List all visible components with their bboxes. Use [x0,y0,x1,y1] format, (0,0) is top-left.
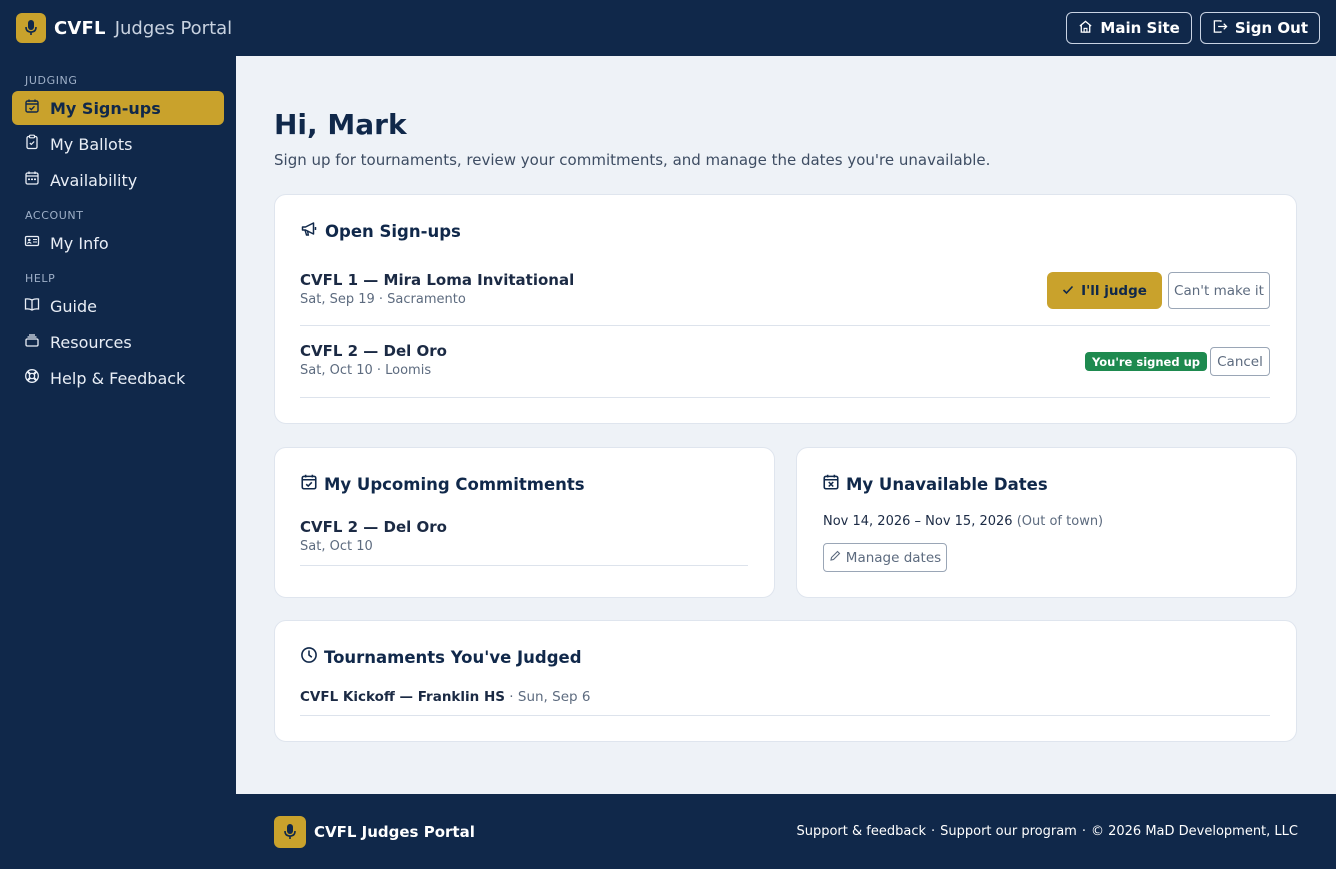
row-divider [300,397,1270,398]
sidebar-item-resources[interactable]: Resources [12,325,224,359]
copyright: © 2026 MaD Development, LLC [1090,824,1298,839]
manage-dates-button[interactable]: Manage dates [823,543,947,572]
microphone-logo-icon[interactable] [16,13,46,43]
main-site-label: Main Site [1100,19,1180,37]
ill-judge-label: I'll judge [1081,282,1147,299]
commitments-heading: My Upcoming Commitments [324,474,585,494]
clipboard-icon [24,134,40,154]
cant-make-it-button[interactable]: Can't make it [1168,272,1270,309]
judged-date: · Sun, Sep 6 [509,689,591,705]
brand-name: CVFL [54,17,106,39]
judged-item: CVFL Kickoff — Franklin HS · Sun, Sep 6 [300,689,590,705]
support-feedback-link[interactable]: Support & feedback [796,824,926,839]
signed-up-badge: You're signed up [1085,352,1208,371]
brand[interactable]: CVFL Judges Portal [54,18,232,39]
sidebar-item-help-feedback[interactable]: Help & Feedback [12,361,224,395]
sidebar-section-help: HELP [25,272,56,285]
commitment-date: Sat, Oct 10 [300,539,373,554]
support-program-link[interactable]: Support our program [940,824,1077,839]
page-intro: Sign up for tournaments, review your com… [274,151,991,169]
judged-title: Tournaments You've Judged [300,646,582,668]
calendar-range-icon [24,170,40,190]
tournament-meta: Sat, Sep 19 · Sacramento [300,292,466,307]
row-divider [300,565,748,566]
sidebar-item-my-sign-ups[interactable]: My Sign-ups [12,91,224,125]
sidebar-section-judging: JUDGING [25,74,78,87]
brand-subtitle: Judges Portal [114,17,233,39]
open-signups-title: Open Sign-ups [300,220,461,242]
ill-judge-button[interactable]: I'll judge [1047,272,1162,309]
signup-row: CVFL 2 — Del Oro Sat, Oct 10 · Loomis [300,342,447,378]
main-site-button[interactable]: Main Site [1066,12,1192,44]
footer: CVFL Judges Portal Support & feedback · Su… [236,794,1336,869]
main-content: Hi, Mark Sign up for tournaments, review… [236,56,1336,794]
open-signups-heading: Open Sign-ups [325,221,461,241]
signup-row: CVFL 1 — Mira Loma Invitational Sat, Sep… [300,271,574,307]
sidebar-section-account: ACCOUNT [25,209,84,222]
calendar-x-icon [822,473,840,495]
sidebar-item-availability[interactable]: Availability [12,163,224,197]
sign-out-icon [1212,19,1228,38]
cancel-signup-button[interactable]: Cancel [1210,347,1270,376]
sidebar-item-label: My Ballots [50,134,133,154]
judged-heading: Tournaments You've Judged [324,647,582,667]
commitment-name: CVFL 2 — Del Oro [300,518,447,536]
sign-out-button[interactable]: Sign Out [1199,12,1320,44]
check-icon [1062,283,1074,299]
unavailable-title: My Unavailable Dates [822,473,1048,495]
manage-dates-label: Manage dates [845,549,942,566]
unavailable-dates-card: My Unavailable Dates Nov 14, 2026 – Nov … [796,447,1297,598]
sidebar-item-my-ballots[interactable]: My Ballots [12,127,224,161]
row-divider [300,325,1270,326]
id-card-icon [24,233,40,253]
calendar-check-icon [300,473,318,495]
commitment-item: CVFL 2 — Del Oro Sat, Oct 10 [300,518,447,554]
calendar-check-icon [24,98,40,118]
home-icon [1078,19,1093,38]
footer-links: Support & feedback · Support our program · ©… [796,824,1298,839]
pencil-icon [829,550,841,566]
megaphone-icon [300,220,319,242]
page-title: Hi, Mark [274,108,407,141]
unavailable-range: Nov 14, 2026 – Nov 15, 2026 [823,514,1013,529]
sidebar-item-label: Resources [50,332,132,352]
judged-tournaments-card: Tournaments You've Judged CVFL Kickoff —… [274,620,1297,742]
tournament-name: CVFL 2 — Del Oro [300,342,447,360]
sidebar-item-label: My Info [50,233,109,253]
unavailable-reason: (Out of town) [1016,514,1104,529]
sidebar: JUDGING My Sign-ups My Ballots Availabil… [0,56,236,794]
sidebar-item-label: Availability [50,170,138,190]
lifebuoy-icon [24,368,40,388]
tournament-meta: Sat, Oct 10 · Loomis [300,363,432,378]
commitments-title: My Upcoming Commitments [300,473,585,495]
unavailable-entry: Nov 14, 2026 – Nov 15, 2026 (Out of town… [823,514,1103,529]
open-signups-card: Open Sign-ups CVFL 1 — Mira Loma Invitat… [274,194,1297,424]
row-divider [300,715,1270,716]
sign-out-label: Sign Out [1234,19,1308,37]
book-icon [24,296,40,316]
clock-icon [300,646,318,668]
judged-name: CVFL Kickoff — Franklin HS [300,689,505,705]
tournament-name: CVFL 1 — Mira Loma Invitational [300,271,575,289]
stack-icon [24,332,40,352]
sidebar-item-guide[interactable]: Guide [12,289,224,323]
sidebar-item-label: My Sign-ups [50,98,161,118]
sidebar-item-label: Help & Feedback [50,368,186,388]
footer-brand: CVFL Judges Portal [314,822,475,841]
sidebar-item-label: Guide [50,296,97,316]
microphone-logo-icon [274,815,306,848]
sidebar-item-my-info[interactable]: My Info [12,226,224,260]
top-bar: CVFL Judges Portal Main Site Sign Out [0,0,1336,56]
upcoming-commitments-card: My Upcoming Commitments CVFL 2 — Del Oro… [274,447,775,598]
unavailable-heading: My Unavailable Dates [846,474,1048,494]
